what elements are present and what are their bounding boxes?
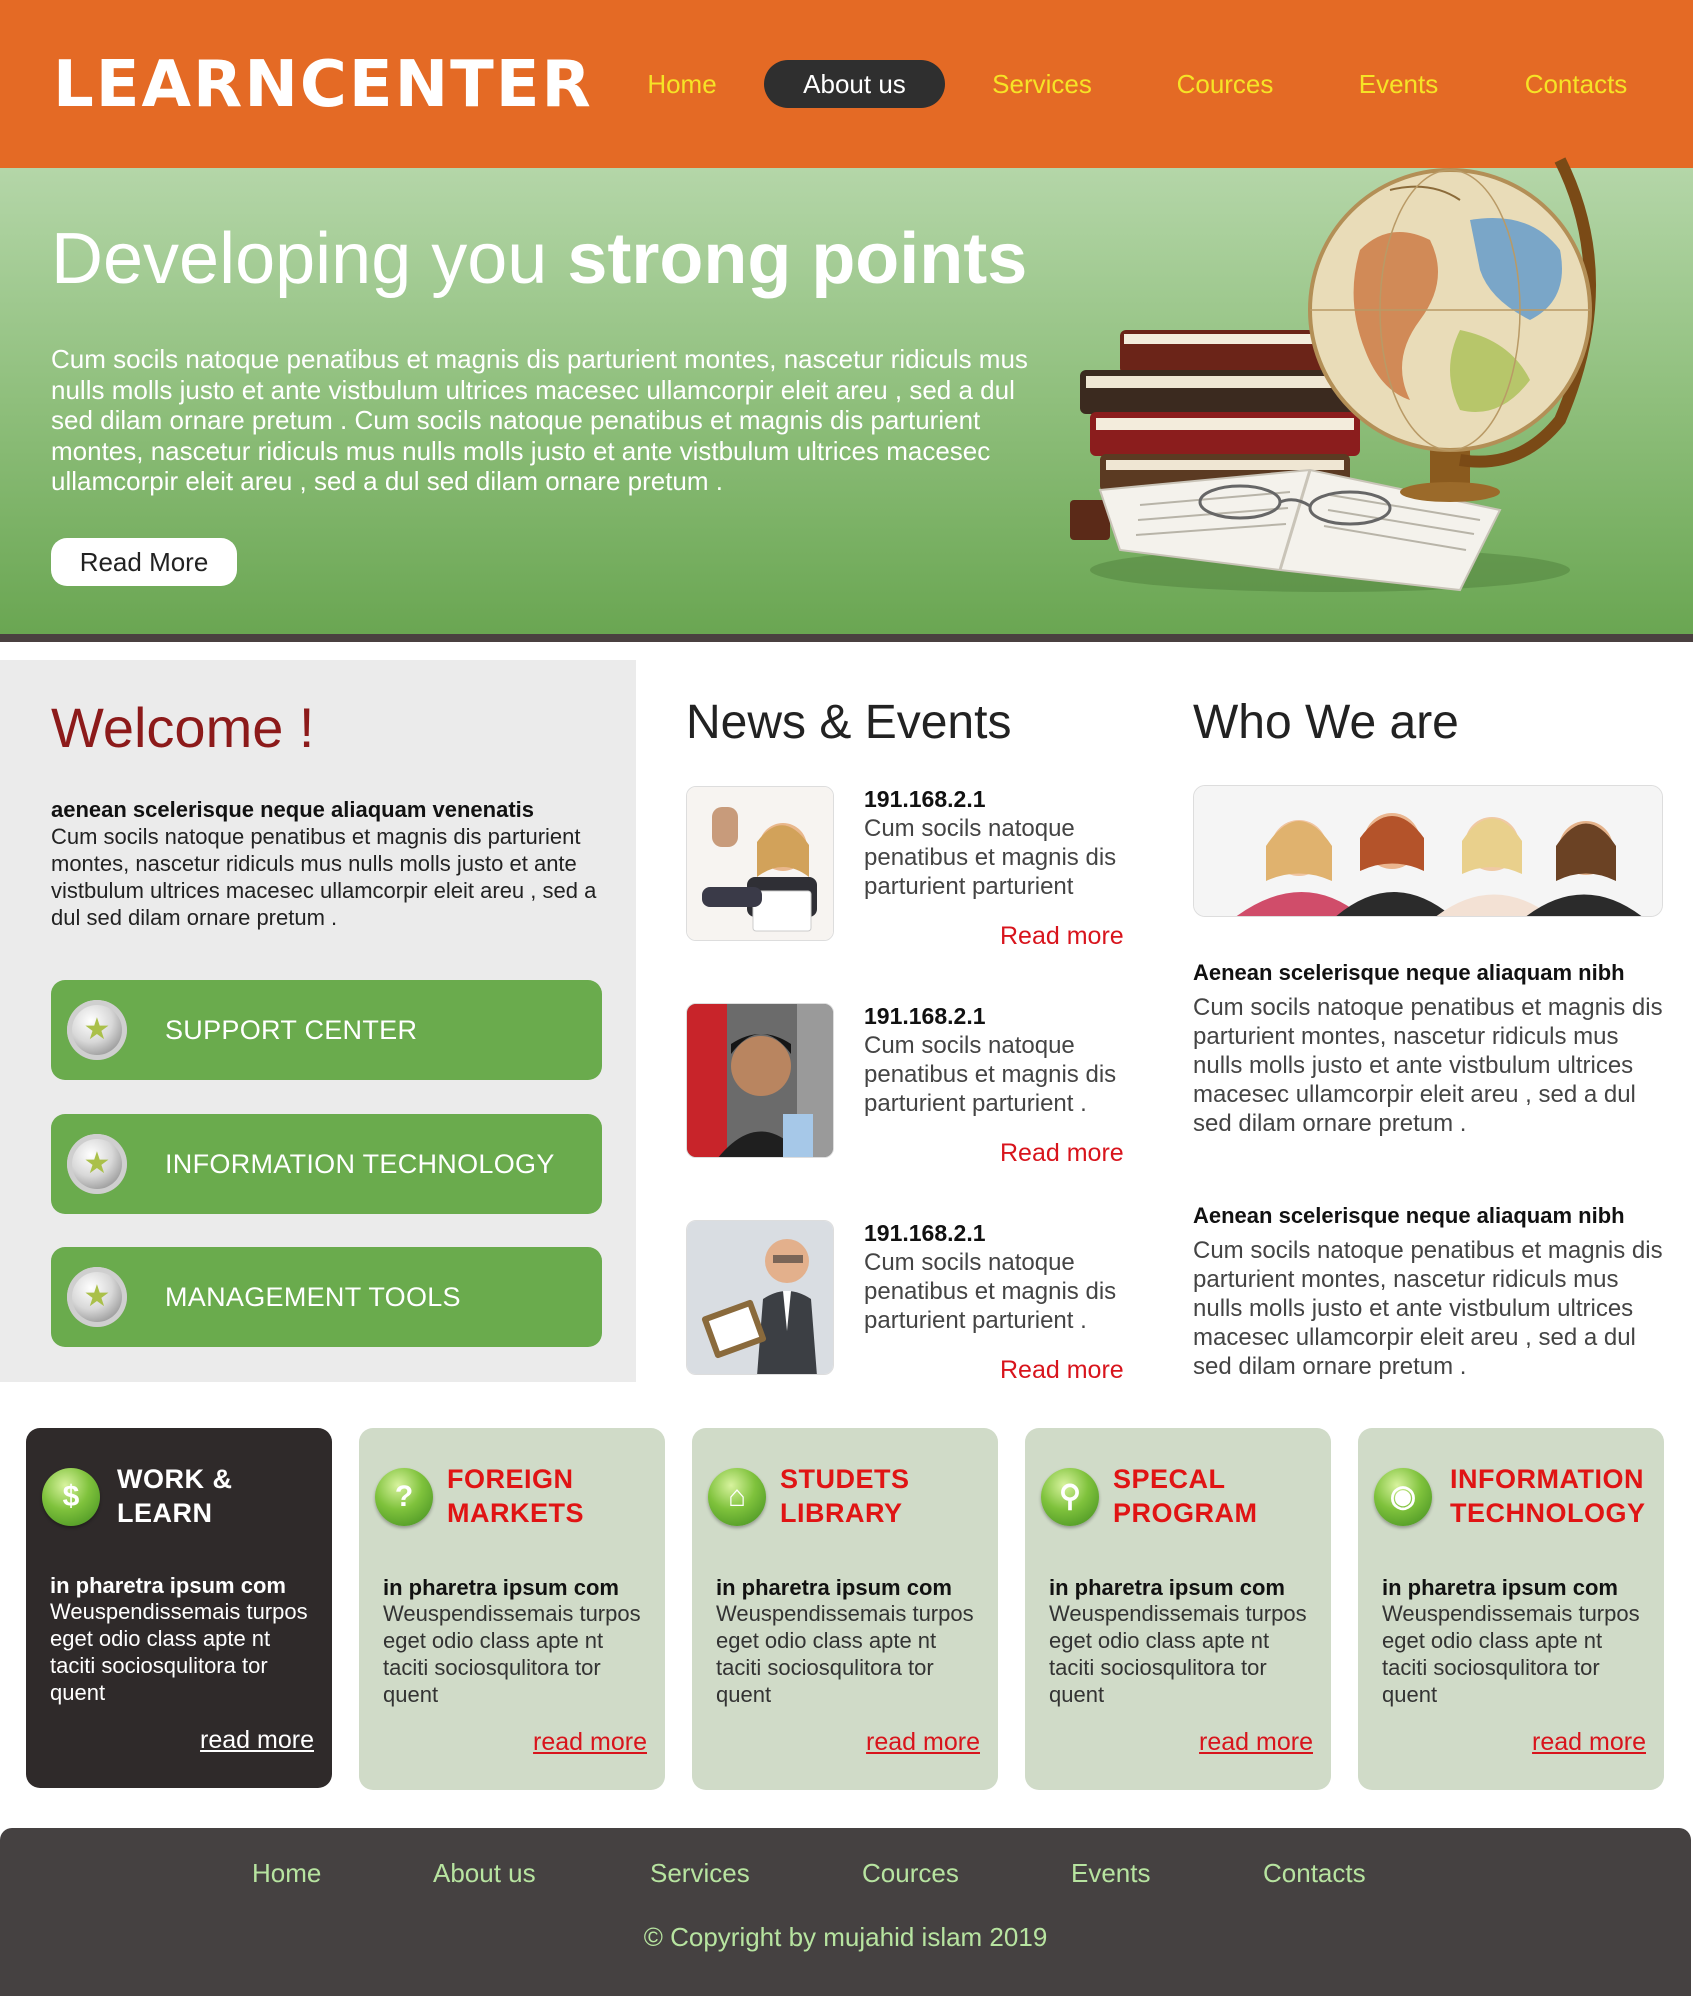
nav-home[interactable]: Home <box>632 60 732 108</box>
globe-books-illustration <box>1070 157 1596 592</box>
news-item: 191.168.2.1 Cum socils natoque penatibus… <box>686 786 1136 986</box>
card-subtitle: in pharetra ipsum com <box>50 1573 286 1598</box>
footer-nav-cources[interactable]: Cources <box>862 1858 959 1889</box>
question-icon: ? <box>375 1468 433 1526</box>
student-boy-icon <box>687 1004 833 1157</box>
news-item: 191.168.2.1 Cum socils natoque penatibus… <box>686 1220 1136 1420</box>
card-read-more-link[interactable]: read more <box>533 1728 647 1757</box>
card-read-more-link[interactable]: read more <box>1532 1728 1646 1757</box>
card-title: FOREIGN MARKETS <box>447 1464 584 1528</box>
nav-services[interactable]: Services <box>977 60 1107 108</box>
card-read-more-link[interactable]: read more <box>866 1728 980 1757</box>
footer-nav-services[interactable]: Services <box>650 1858 750 1889</box>
hero-title: Developing you strong points <box>51 218 1027 300</box>
nav-about-us[interactable]: About us <box>764 60 945 108</box>
news-events-title: News & Events <box>686 696 1012 749</box>
news-text: Cum socils natoque penatibus et magnis d… <box>864 1249 1117 1334</box>
news-thumbnail[interactable] <box>686 1003 834 1158</box>
welcome-title: Welcome ! <box>51 696 315 759</box>
star-badge-icon: ★ <box>67 1267 127 1327</box>
pin-icon: ◉ <box>1374 1468 1432 1526</box>
student-girl-laptop-icon <box>687 787 833 940</box>
site-footer <box>0 1828 1691 1996</box>
welcome-subtitle: aenean scelerisque neque aliaquam venena… <box>51 797 534 822</box>
who-heading: Aenean scelerisque neque aliaquam nibh <box>1193 960 1625 985</box>
who-text: Cum socils natoque penatibus et magnis d… <box>1193 994 1663 1137</box>
who-text: Cum socils natoque penatibus et magnis d… <box>1193 1237 1663 1380</box>
team-photo <box>1193 785 1663 917</box>
hero-title-bold: strong points <box>567 219 1028 299</box>
news-ip: 191.168.2.1 <box>864 786 986 812</box>
card-subtitle: in pharetra ipsum com <box>383 1575 619 1600</box>
footer-nav-home[interactable]: Home <box>252 1858 321 1889</box>
who-heading: Aenean scelerisque neque aliaquam nibh <box>1193 1203 1625 1228</box>
card-text: Weuspendissemais turpos eget odio class … <box>1382 1601 1640 1707</box>
hero-divider <box>0 634 1693 642</box>
home-icon: ⌂ <box>708 1468 766 1526</box>
copyright-text: © Copyright by mujahid islam 2019 <box>643 1922 1048 1952</box>
information-technology-button[interactable]: ★ INFORMATION TECHNOLOGY <box>51 1114 602 1214</box>
news-ip: 191.168.2.1 <box>864 1003 986 1029</box>
star-badge-icon: ★ <box>67 1000 127 1060</box>
card-students-library: ⌂ STUDETS LIBRARY in pharetra ipsum com W… <box>692 1428 998 1790</box>
hero-text: Cum socils natoque penatibus et magnis d… <box>51 344 1028 496</box>
footer-nav-about-us[interactable]: About us <box>433 1858 536 1889</box>
card-subtitle: in pharetra ipsum com <box>1382 1575 1618 1600</box>
dollar-icon: $ <box>42 1468 100 1526</box>
welcome-text: Cum socils natoque penatibus et magnis d… <box>51 824 597 930</box>
group-of-girls-icon <box>1194 786 1662 916</box>
card-read-more-link[interactable]: read more <box>1199 1728 1313 1757</box>
magnifier-icon: ⚲ <box>1041 1468 1099 1526</box>
news-ip: 191.168.2.1 <box>864 1220 986 1246</box>
card-subtitle: in pharetra ipsum com <box>1049 1575 1285 1600</box>
card-text: Weuspendissemais turpos eget odio class … <box>1049 1601 1307 1707</box>
news-item: 191.168.2.1 Cum socils natoque penatibus… <box>686 1003 1136 1203</box>
card-special-program: ⚲ SPECAL PROGRAM in pharetra ipsum com We… <box>1025 1428 1331 1790</box>
hero-read-more-button[interactable]: Read More <box>51 538 237 586</box>
businessman-clipboard-icon <box>687 1221 833 1374</box>
card-information-technology: ◉ INFORMATION TECHNOLOGY in pharetra ipsu… <box>1358 1428 1664 1790</box>
support-center-label: SUPPORT CENTER <box>165 1015 418 1045</box>
hero-title-light: Developing you <box>51 219 568 299</box>
footer-nav-contacts[interactable]: Contacts <box>1263 1858 1366 1889</box>
card-title: INFORMATION TECHNOLOGY <box>1450 1464 1646 1528</box>
nav-events[interactable]: Events <box>1336 60 1461 108</box>
card-subtitle: in pharetra ipsum com <box>716 1575 952 1600</box>
management-tools-label: MANAGEMENT TOOLS <box>165 1282 461 1312</box>
card-work-learn: $ WORK & LEARN in pharetra ipsum com Weus… <box>26 1428 332 1788</box>
news-read-more-link[interactable]: Read more <box>1000 922 1124 951</box>
page: LEARNCENTER Home About us Services Courc… <box>0 0 1695 2000</box>
nav-contacts[interactable]: Contacts <box>1511 60 1641 108</box>
management-tools-button[interactable]: ★ MANAGEMENT TOOLS <box>51 1247 602 1347</box>
main-nav: Home About us Services Cources Events Co… <box>0 60 1695 108</box>
card-foreign-markets: ? FOREIGN MARKETS in pharetra ipsum com W… <box>359 1428 665 1790</box>
news-text: Cum socils natoque penatibus et magnis d… <box>864 815 1117 900</box>
news-read-more-link[interactable]: Read more <box>1000 1139 1124 1168</box>
who-we-are-title: Who We are <box>1193 696 1459 749</box>
card-title: WORK & LEARN <box>117 1464 233 1528</box>
card-text: Weuspendissemais turpos eget odio class … <box>383 1601 641 1707</box>
news-thumbnail[interactable] <box>686 786 834 941</box>
support-center-button[interactable]: ★ SUPPORT CENTER <box>51 980 602 1080</box>
footer-nav-events[interactable]: Events <box>1071 1858 1151 1889</box>
news-thumbnail[interactable] <box>686 1220 834 1375</box>
information-technology-label: INFORMATION TECHNOLOGY <box>165 1149 555 1179</box>
star-badge-icon: ★ <box>67 1134 127 1194</box>
card-read-more-link[interactable]: read more <box>200 1726 314 1755</box>
card-title: SPECAL PROGRAM <box>1113 1464 1258 1528</box>
card-title: STUDETS LIBRARY <box>780 1464 910 1528</box>
news-text: Cum socils natoque penatibus et magnis d… <box>864 1032 1117 1117</box>
card-text: Weuspendissemais turpos eget odio class … <box>716 1601 974 1707</box>
card-text: Weuspendissemais turpos eget odio class … <box>50 1599 308 1705</box>
nav-cources[interactable]: Cources <box>1160 60 1290 108</box>
news-read-more-link[interactable]: Read more <box>1000 1356 1124 1385</box>
